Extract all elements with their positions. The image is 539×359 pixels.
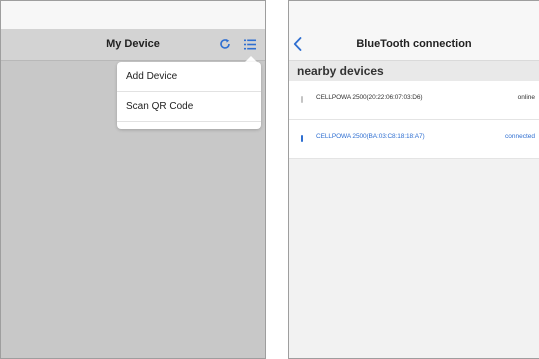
status-bar bbox=[1, 1, 265, 29]
status-bar bbox=[289, 1, 539, 29]
section-header: nearby devices bbox=[289, 61, 539, 81]
page-title: BlueTooth connection bbox=[356, 38, 472, 50]
bluetooth-device-icon bbox=[301, 96, 303, 103]
device-name: CELLPOWA 2500(20:22:06:07:03:D6) bbox=[316, 94, 423, 101]
nav-bar: BlueTooth connection bbox=[289, 29, 539, 61]
nav-bar: My Device bbox=[1, 29, 265, 61]
device-status: connected bbox=[505, 133, 535, 140]
bluetooth-connection-screen: BlueTooth connection nearby devices CELL… bbox=[288, 0, 539, 359]
my-device-screen: My Device Add Device Scan QR Code bbox=[0, 0, 266, 359]
device-status: online bbox=[517, 94, 535, 101]
device-name: CELLPOWA 2500(BA:03:C8:18:18:A7) bbox=[316, 133, 425, 140]
bluetooth-device-icon bbox=[301, 135, 303, 142]
list-menu-icon[interactable] bbox=[244, 39, 256, 50]
refresh-icon[interactable] bbox=[219, 38, 231, 50]
device-row[interactable]: CELLPOWA 2500(BA:03:C8:18:18:A7) connect… bbox=[289, 120, 539, 159]
device-row[interactable]: CELLPOWA 2500(20:22:06:07:03:D6) online bbox=[289, 81, 539, 120]
scan-qr-code-menu-item[interactable]: Scan QR Code bbox=[117, 92, 261, 122]
add-device-menu-item[interactable]: Add Device bbox=[117, 62, 261, 92]
dropdown-menu: Add Device Scan QR Code bbox=[117, 62, 261, 129]
